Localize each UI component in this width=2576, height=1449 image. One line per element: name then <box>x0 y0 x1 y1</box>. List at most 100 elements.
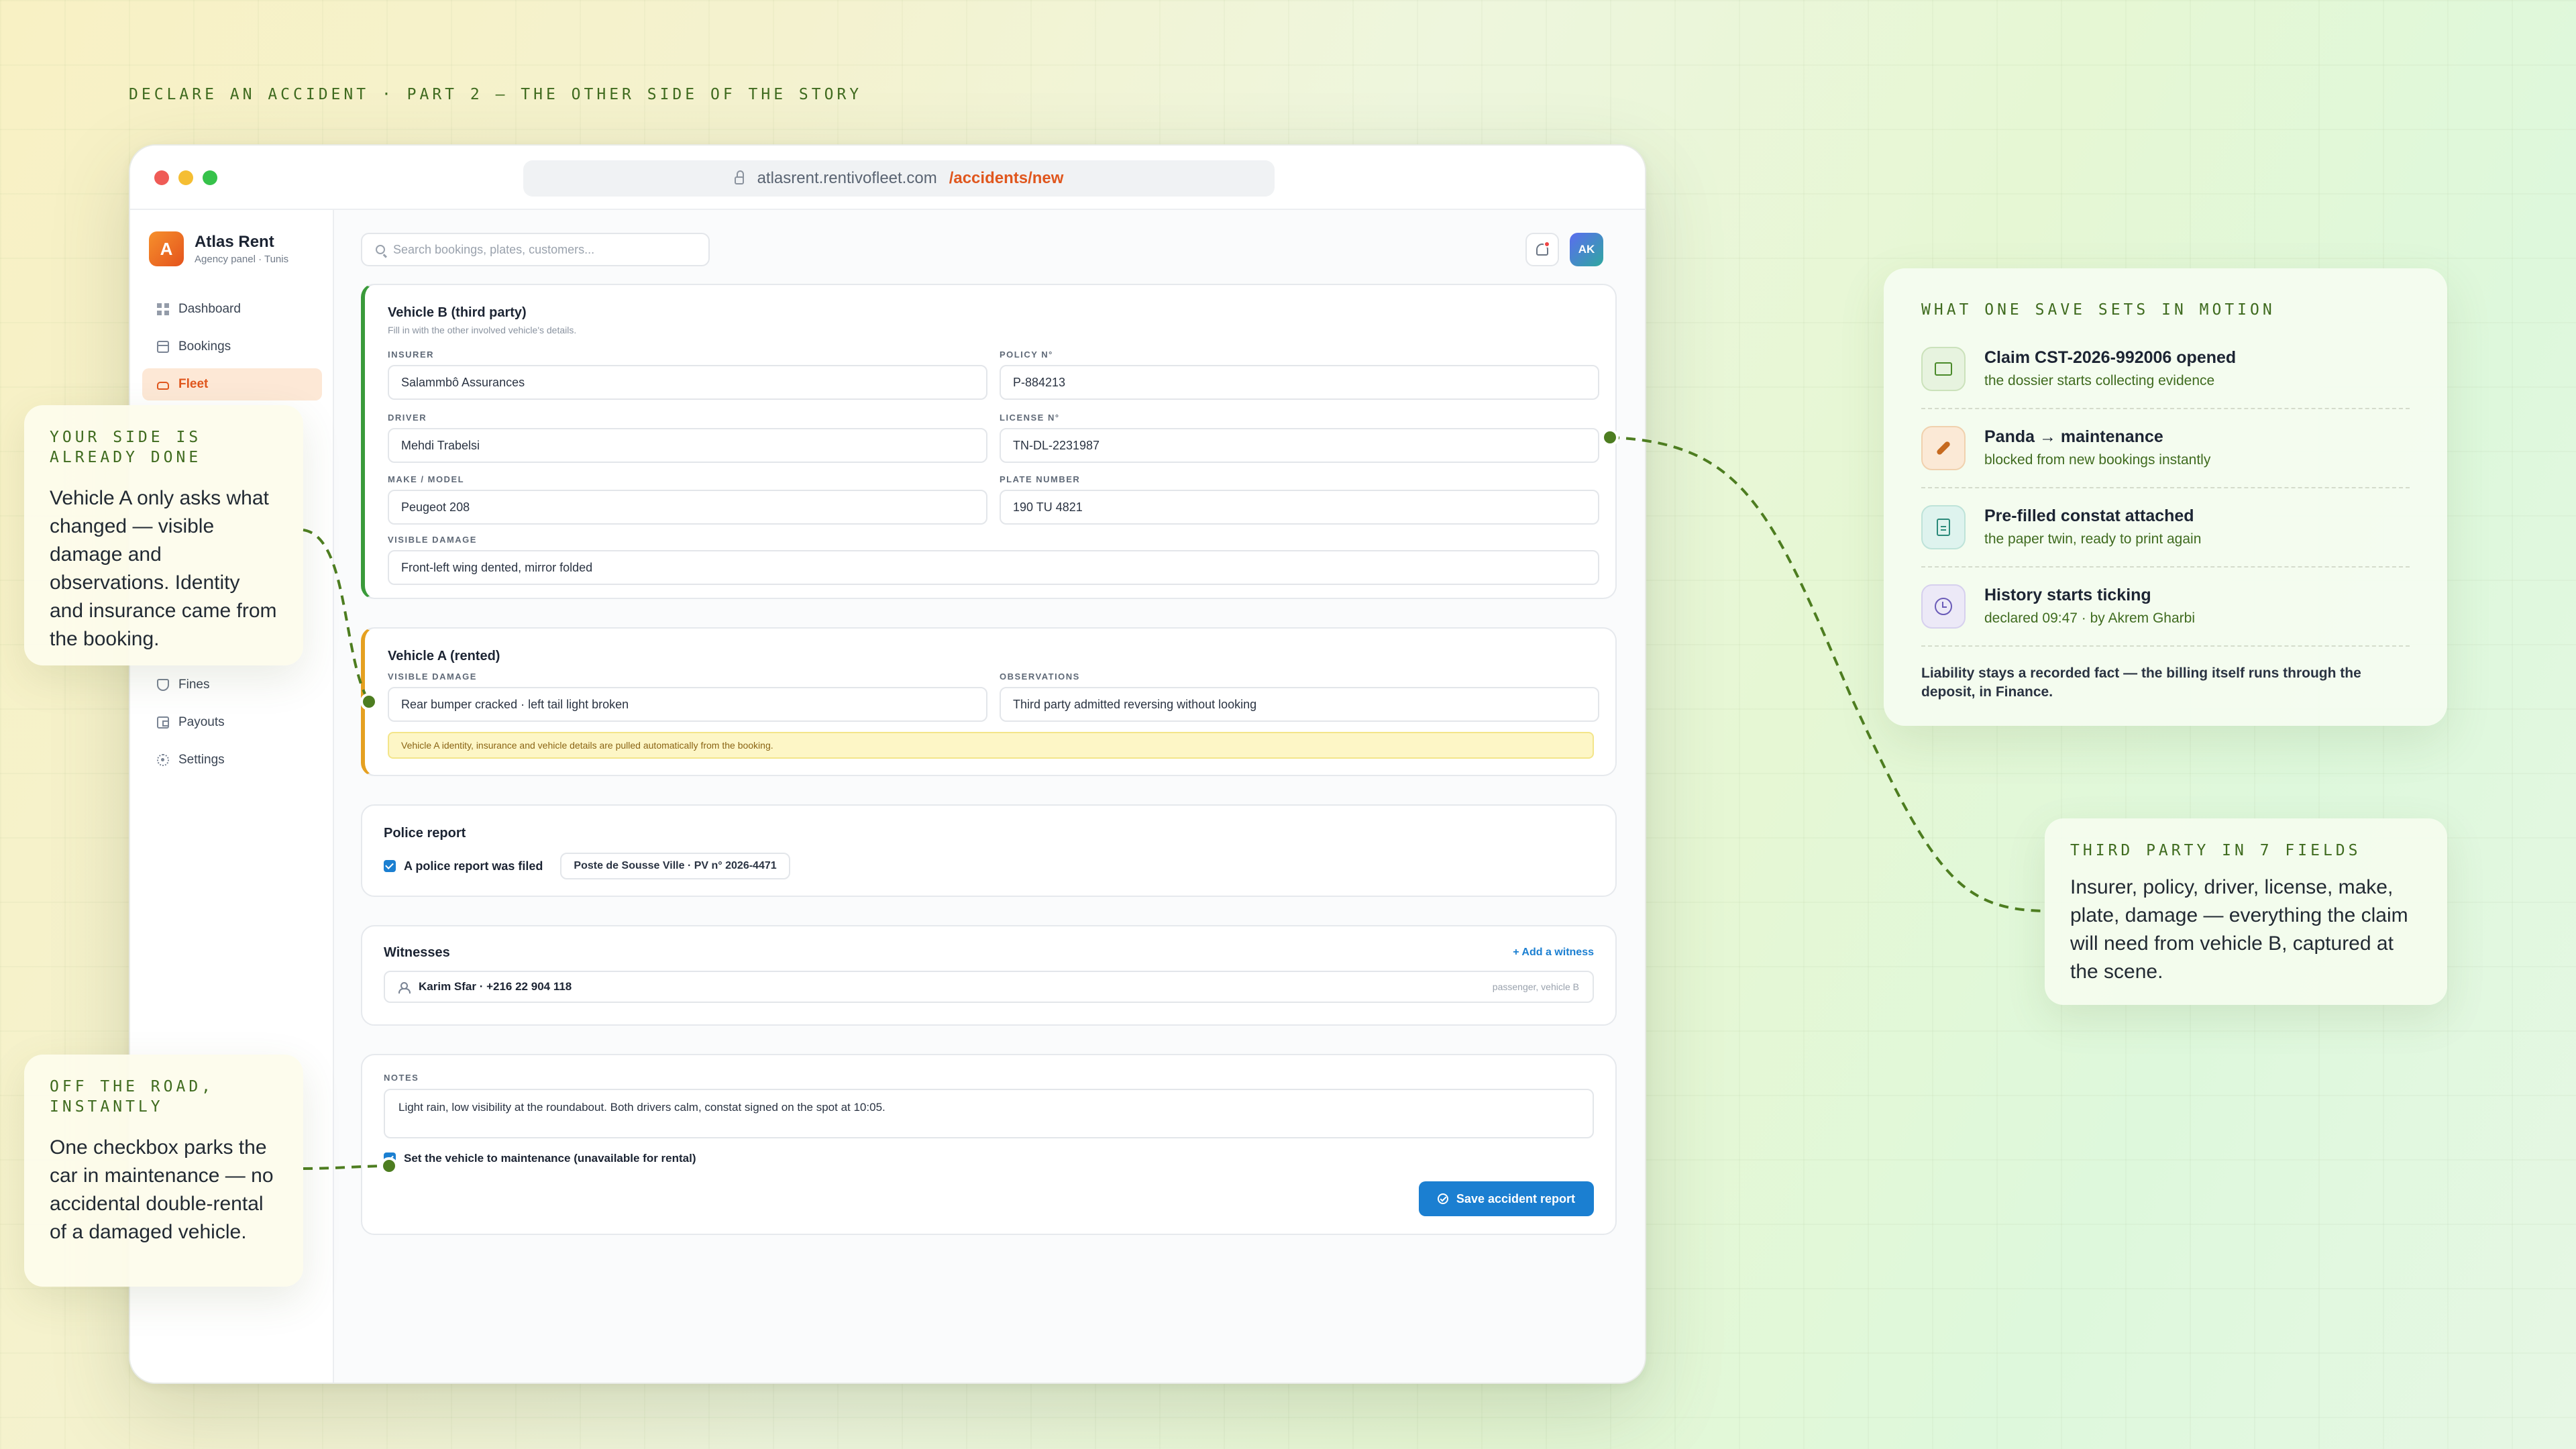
observations-input[interactable] <box>1000 687 1599 722</box>
policy-input[interactable] <box>1000 365 1599 400</box>
sidebar-item-bookings[interactable]: Bookings <box>142 331 322 363</box>
main-content: AK Vehicle B (third party) Fill in with … <box>334 210 1645 1383</box>
vehicle-a-title: Vehicle A (rented) <box>388 649 500 663</box>
grid-icon <box>157 303 169 315</box>
motion-item-sub: blocked from new bookings instantly <box>1984 452 2211 468</box>
window-minimize-dot[interactable] <box>178 170 193 185</box>
car-icon <box>157 382 169 390</box>
window-close-dot[interactable] <box>154 170 169 185</box>
document-icon <box>1937 518 1950 536</box>
search-input[interactable] <box>393 242 688 257</box>
sidebar-item-label: Payouts <box>178 715 225 729</box>
license-input[interactable] <box>1000 428 1599 463</box>
brand[interactable]: A Atlas Rent Agency panel · Tunis <box>149 231 288 266</box>
notes-label: NOTES <box>384 1073 419 1083</box>
driver-label: DRIVER <box>388 413 427 423</box>
maintenance-checkbox[interactable]: Set the vehicle to maintenance (unavaila… <box>384 1152 696 1165</box>
notification-badge <box>1544 241 1550 248</box>
callout-third-party-title: THIRD PARTY IN 7 FIELDS <box>2070 842 2361 859</box>
notes-card: NOTES Light rain, low visibility at the … <box>361 1054 1617 1235</box>
license-field: LICENSE N° <box>1000 413 1599 463</box>
address-bar[interactable]: atlasrent.rentivofleet.com /accidents/ne… <box>523 160 1275 197</box>
vehicle-b-card: Vehicle B (third party) Fill in with the… <box>361 284 1617 599</box>
search-box[interactable] <box>361 233 710 266</box>
search-icon <box>376 245 385 254</box>
url-host: atlasrent.rentivofleet.com <box>757 169 937 187</box>
insurer-input[interactable] <box>388 365 987 400</box>
policy-label: POLICY N° <box>1000 350 1053 360</box>
shield-icon <box>157 679 169 691</box>
police-report-reference[interactable]: Poste de Sousse Ville · PV n° 2026-4471 <box>560 853 790 879</box>
wallet-icon <box>157 716 169 729</box>
license-label: LICENSE N° <box>1000 413 1060 423</box>
witnesses-title: Witnesses <box>384 945 450 960</box>
insurer-field: INSURER <box>388 350 987 400</box>
checkbox-checked-icon <box>384 1152 396 1165</box>
observations-label: OBSERVATIONS <box>1000 672 1080 682</box>
callout-third-party-body: Insurer, policy, driver, license, make, … <box>2070 875 2408 983</box>
browser-window: atlasrent.rentivofleet.com /accidents/ne… <box>129 144 1646 1384</box>
witnesses-card: Witnesses + Add a witness Karim Sfar · +… <box>361 925 1617 1026</box>
vehicle-a-damage-label: VISIBLE DAMAGE <box>388 672 477 682</box>
motion-item-sub: the dossier starts collecting evidence <box>1984 373 2215 389</box>
vehicle-b-damage-field: VISIBLE DAMAGE <box>388 535 1599 585</box>
make-model-input[interactable] <box>388 490 987 525</box>
motion-item-title: Panda → maintenance <box>1984 427 2163 447</box>
plate-input[interactable] <box>1000 490 1599 525</box>
page-headline: DECLARE AN ACCIDENT · PART 2 — THE OTHER… <box>129 86 863 103</box>
motion-item-sub: the paper twin, ready to print again <box>1984 531 2202 547</box>
motion-item: Panda → maintenance blocked from new boo… <box>1921 409 2410 488</box>
vehicle-b-subtitle: Fill in with the other involved vehicle'… <box>388 325 577 335</box>
sidebar-item-fines[interactable]: Fines <box>142 669 322 701</box>
motion-panel: WHAT ONE SAVE SETS IN MOTION Claim CST-2… <box>1884 268 2447 726</box>
insurer-label: INSURER <box>388 350 435 360</box>
police-report-checkbox-label: A police report was filed <box>404 859 543 873</box>
save-accident-report-button[interactable]: Save accident report <box>1418 1181 1594 1216</box>
vehicle-b-title: Vehicle B (third party) <box>388 305 527 320</box>
callout-your-side-title: YOUR SIDE IS ALREADY DONE <box>50 429 202 466</box>
brand-name: Atlas Rent <box>195 233 274 251</box>
plate-field: PLATE NUMBER <box>1000 474 1599 525</box>
vehicle-a-damage-input[interactable] <box>388 687 987 722</box>
checkbox-checked-icon <box>384 860 396 872</box>
vehicle-a-damage-field: VISIBLE DAMAGE <box>388 672 987 722</box>
motion-item: Pre-filled constat attached the paper tw… <box>1921 488 2410 568</box>
sidebar-item-label: Fleet <box>178 377 209 391</box>
make-model-field: MAKE / MODEL <box>388 474 987 525</box>
vehicle-a-card: Vehicle A (rented) VISIBLE DAMAGE OBSERV… <box>361 627 1617 776</box>
save-button-label: Save accident report <box>1456 1191 1575 1205</box>
add-witness-link[interactable]: + Add a witness <box>1513 947 1594 959</box>
motion-item-sub: declared 09:47 · by Akrem Gharbi <box>1984 610 2195 627</box>
brand-logo: A <box>149 231 184 266</box>
policy-field: POLICY N° <box>1000 350 1599 400</box>
police-report-title: Police report <box>384 826 466 841</box>
motion-item-title: Pre-filled constat attached <box>1984 506 2194 526</box>
motion-item: Claim CST-2026-992006 opened the dossier… <box>1921 330 2410 409</box>
sidebar-item-payouts[interactable]: Payouts <box>142 706 322 739</box>
check-circle-icon <box>1437 1193 1448 1204</box>
url-path: /accidents/new <box>949 169 1064 187</box>
witness-name: Karim Sfar · +216 22 904 118 <box>419 980 572 993</box>
avatar[interactable]: AK <box>1570 233 1603 266</box>
motion-item-title: Claim CST-2026-992006 opened <box>1984 348 2237 368</box>
person-icon <box>398 982 411 994</box>
browser-titlebar: atlasrent.rentivofleet.com /accidents/ne… <box>130 146 1645 210</box>
sidebar-item-settings[interactable]: Settings <box>142 744 322 776</box>
sidebar-item-fleet[interactable]: Fleet <box>142 368 322 400</box>
make-model-label: MAKE / MODEL <box>388 474 465 484</box>
sidebar-item-label: Settings <box>178 753 225 767</box>
callout-third-party: THIRD PARTY IN 7 FIELDS Insurer, policy,… <box>2045 818 2447 1005</box>
sidebar-item-label: Bookings <box>178 339 231 354</box>
vehicle-b-damage-input[interactable] <box>388 550 1599 585</box>
gear-icon <box>157 754 169 766</box>
police-report-card: Police report A police report was filed … <box>361 804 1617 897</box>
motion-item: History starts ticking declared 09:47 · … <box>1921 568 2410 647</box>
sidebar-item-dashboard[interactable]: Dashboard <box>142 293 322 325</box>
notifications-button[interactable] <box>1525 233 1559 266</box>
lock-icon <box>734 170 744 184</box>
police-report-checkbox[interactable]: A police report was filed <box>384 859 543 873</box>
witness-row[interactable]: Karim Sfar · +216 22 904 118 passenger, … <box>384 971 1594 1003</box>
notes-textarea[interactable]: Light rain, low visibility at the rounda… <box>384 1089 1594 1138</box>
driver-input[interactable] <box>388 428 987 463</box>
window-maximize-dot[interactable] <box>203 170 217 185</box>
